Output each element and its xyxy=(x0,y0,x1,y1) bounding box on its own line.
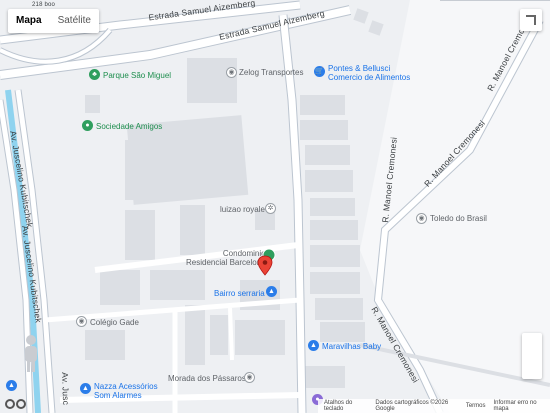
attribution-bar: Atalhos do teclado Dados cartográficos ©… xyxy=(318,399,550,413)
map-type-map-button[interactable]: Mapa xyxy=(8,9,50,33)
community-icon[interactable]: ● xyxy=(82,120,93,131)
poi-pontes[interactable]: Pontes & Bellusci Comercio de Alimentos xyxy=(328,64,410,82)
fullscreen-button[interactable] xyxy=(520,9,542,31)
zoom-out-button[interactable] xyxy=(522,356,542,379)
fullscreen-icon xyxy=(526,15,536,25)
map-data-text: Dados cartográficos ©2026 Google xyxy=(375,400,449,412)
red-marker-icon[interactable] xyxy=(257,255,273,277)
zoom-in-button[interactable] xyxy=(522,333,542,356)
park-icon[interactable]: ♣ xyxy=(89,69,100,80)
poi-toledo[interactable]: Toledo do Brasil xyxy=(430,214,487,223)
map-canvas[interactable]: Estrada Samuel Aizemberg Estrada Samuel … xyxy=(0,0,550,413)
poi-condominio[interactable]: Condominio Residencial Barcelona xyxy=(186,249,266,267)
place-icon[interactable]: ◉ xyxy=(416,213,427,224)
school-icon[interactable]: ◉ xyxy=(76,316,87,327)
road-label-jk-3: Av. Jusc xyxy=(60,372,72,406)
poi-maravilhas[interactable]: Maravilhas Baby xyxy=(322,342,381,351)
google-logo-icon[interactable] xyxy=(4,398,30,410)
residence-icon[interactable]: ◉ xyxy=(244,372,255,383)
building-icon[interactable]: ◉ xyxy=(226,67,237,78)
poi-bairro[interactable]: Bairro serraria xyxy=(214,289,265,298)
store-icon-left[interactable]: ▲ xyxy=(6,380,17,391)
poi-morada[interactable]: Morada dos Pássaros xyxy=(168,374,246,383)
poi-nazza[interactable]: Nazza Acessórios Som Alarmes xyxy=(94,382,158,400)
map-type-satellite-button[interactable]: Satélite xyxy=(50,9,99,33)
gear-icon[interactable]: ✲ xyxy=(265,203,276,214)
keyboard-shortcuts-link[interactable]: Atalhos do teclado xyxy=(320,400,371,412)
poi-luizao[interactable]: luizao royale xyxy=(220,205,265,214)
report-error-link[interactable]: Informar erro no mapa xyxy=(490,400,550,412)
poi-parque[interactable]: Parque São Miguel xyxy=(103,71,171,80)
pegman-icon[interactable] xyxy=(22,334,40,374)
terms-link[interactable]: Termos xyxy=(462,403,490,409)
poi-sociedade[interactable]: Sociedade Amigos xyxy=(96,122,162,131)
store-icon[interactable]: ▲ xyxy=(308,340,319,351)
poi-colegio[interactable]: Colégio Gade xyxy=(90,318,139,327)
poi-zelog[interactable]: Zelog Transportes xyxy=(239,68,303,77)
road-label-top: 218 boo xyxy=(32,2,56,8)
map-type-control: Mapa Satélite xyxy=(8,9,99,33)
shop-icon[interactable]: ▲ xyxy=(266,286,277,297)
zoom-control xyxy=(522,333,542,379)
car-shop-icon[interactable]: ▲ xyxy=(80,383,91,394)
cart-icon[interactable]: 🛒 xyxy=(314,66,325,77)
